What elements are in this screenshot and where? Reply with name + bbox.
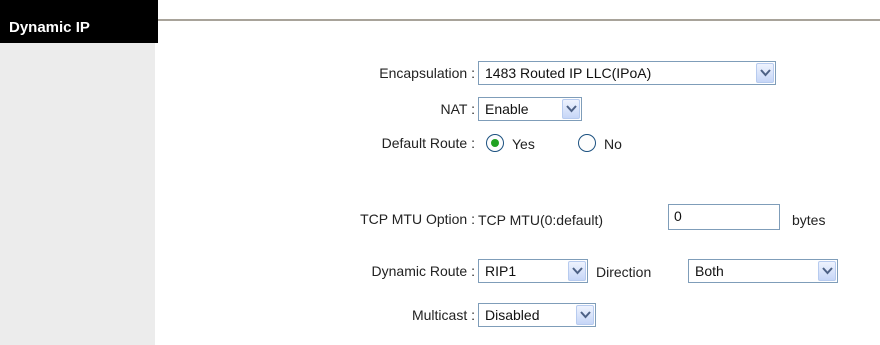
section-divider bbox=[158, 19, 880, 21]
tcp-mtu-label: TCP MTU Option : bbox=[360, 211, 475, 227]
chevron-down-icon[interactable] bbox=[562, 99, 580, 119]
default-route-row: Default Route : Yes No bbox=[158, 128, 880, 158]
direction-select[interactable]: Both bbox=[688, 259, 838, 283]
dynamic-route-value: RIP1 bbox=[485, 263, 517, 279]
tcp-mtu-input[interactable]: 0 bbox=[668, 204, 780, 230]
default-route-no-label: No bbox=[604, 136, 622, 152]
nat-label: NAT : bbox=[440, 101, 476, 117]
encapsulation-row: Encapsulation : 1483 Routed IP LLC(IPoA) bbox=[158, 58, 880, 88]
side-panel bbox=[0, 43, 155, 345]
direction-value: Both bbox=[695, 263, 724, 279]
tcp-mtu-unit: bytes bbox=[792, 212, 826, 228]
default-route-label: Default Route : bbox=[381, 135, 475, 151]
dynamic-route-label: Dynamic Route : bbox=[371, 263, 475, 279]
chevron-down-icon[interactable] bbox=[818, 261, 836, 281]
default-route-yes-radio[interactable] bbox=[486, 134, 504, 152]
encapsulation-value: 1483 Routed IP LLC(IPoA) bbox=[485, 65, 652, 81]
radio-selected-dot bbox=[491, 139, 499, 147]
chevron-down-icon[interactable] bbox=[568, 261, 586, 281]
multicast-label: Multicast : bbox=[411, 307, 475, 323]
encapsulation-select[interactable]: 1483 Routed IP LLC(IPoA) bbox=[478, 61, 776, 85]
multicast-select[interactable]: Disabled bbox=[478, 303, 596, 327]
direction-label: Direction bbox=[596, 264, 652, 280]
tcp-mtu-prefix: TCP MTU(0:default) bbox=[478, 212, 603, 228]
tcp-mtu-row: TCP MTU Option : TCP MTU(0:default) 0 by… bbox=[158, 204, 880, 234]
section-title: Dynamic IP bbox=[0, 0, 158, 43]
encapsulation-label: Encapsulation : bbox=[379, 65, 475, 81]
dynamic-route-select[interactable]: RIP1 bbox=[478, 259, 588, 283]
chevron-down-icon[interactable] bbox=[756, 63, 774, 83]
tcp-mtu-value: 0 bbox=[674, 208, 682, 224]
multicast-value: Disabled bbox=[485, 307, 540, 323]
default-route-no-radio[interactable] bbox=[578, 134, 596, 152]
default-route-yes-label: Yes bbox=[512, 136, 535, 152]
nat-row: NAT : Enable bbox=[158, 94, 880, 124]
chevron-down-icon[interactable] bbox=[576, 305, 594, 325]
nat-select[interactable]: Enable bbox=[478, 97, 582, 121]
nat-value: Enable bbox=[485, 101, 529, 117]
dynamic-route-row: Dynamic Route : RIP1 Direction Both bbox=[158, 256, 880, 286]
multicast-row: Multicast : Disabled bbox=[158, 300, 880, 330]
